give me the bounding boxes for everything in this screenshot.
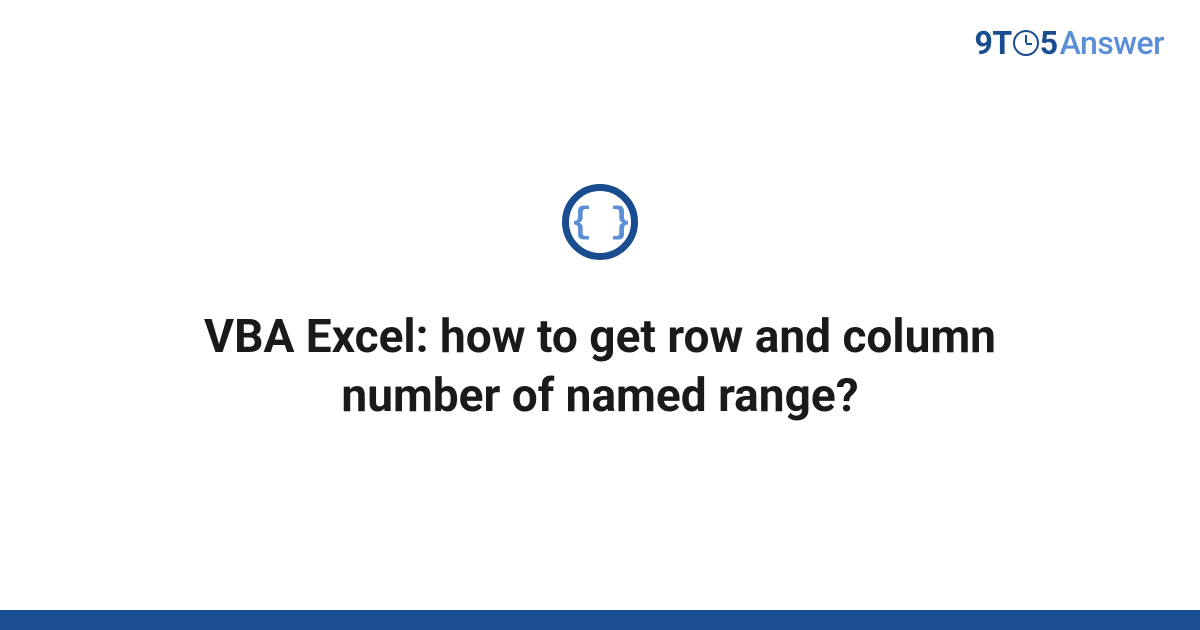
main-content: { } VBA Excel: how to get row and column… — [0, 0, 1200, 630]
category-icon-wrapper: { } — [562, 184, 638, 260]
code-braces-icon: { } — [562, 184, 638, 260]
question-title: VBA Excel: how to get row and column num… — [120, 308, 1080, 426]
footer-accent-bar — [0, 610, 1200, 630]
